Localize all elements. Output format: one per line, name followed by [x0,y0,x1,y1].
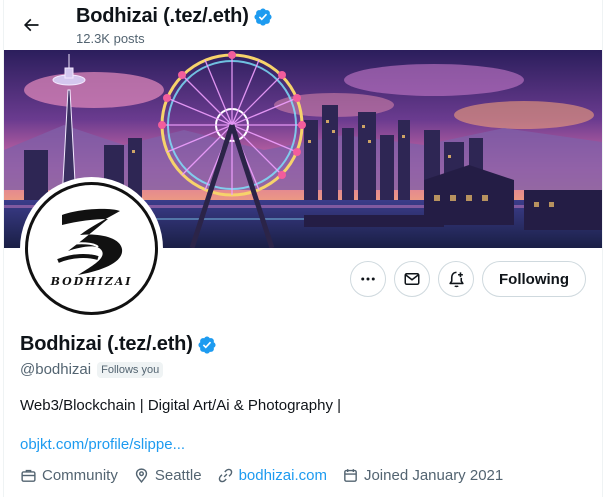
bell-plus-icon [448,271,464,287]
envelope-icon [404,273,420,285]
meta-location-text: Seattle [154,467,202,484]
notify-button[interactable] [438,261,474,297]
header-title: Bodhizai (.tez/.eth) [76,5,249,27]
more-button[interactable] [350,261,386,297]
verified-badge-icon [254,7,272,26]
verified-badge-icon[interactable] [197,335,217,355]
follows-you-badge: Follows you [97,361,164,378]
right-border [602,0,603,497]
header-title-row: Bodhizai (.tez/.eth) [76,5,273,28]
profile-handle: @bodhizai [20,361,92,378]
bio-link[interactable]: objkt.com/profile/slippe... [20,436,185,453]
following-button[interactable]: Following [482,261,586,297]
meta-category: Community [20,467,118,484]
meta-location: Seattle [133,467,202,484]
avatar-logo-text: BODHIZAI [50,275,133,288]
profile-bio: Web3/Blockchain | Digital Art/Ai & Photo… [20,397,342,414]
arrow-left-icon [23,18,39,32]
ellipsis-icon [361,277,375,281]
meta-joined-text: Joined January 2021 [363,467,504,484]
bodhizai-logo-icon [57,208,123,275]
profile-header: Bodhizai (.tez/.eth) 12.3K posts [0,0,606,50]
meta-joined: Joined January 2021 [342,467,503,484]
back-button[interactable] [14,8,48,42]
map-pin-icon [135,468,148,484]
profile-avatar[interactable]: BODHIZAI [20,177,163,320]
calendar-icon [344,469,357,482]
profile-name: Bodhizai (.tez/.eth) [20,333,193,355]
handle-row: @bodhizai Follows you [20,361,164,378]
profile-name-row: Bodhizai (.tez/.eth) [20,333,217,356]
posts-count: 12.3K posts [76,31,145,46]
meta-website: bodhizai.com [217,467,327,484]
message-button[interactable] [394,261,430,297]
avatar-logo: BODHIZAI [25,182,158,315]
meta-category-text: Community [42,467,118,484]
website-link[interactable]: bodhizai.com [239,467,327,484]
briefcase-icon [21,469,36,482]
link-icon [218,468,232,483]
profile-meta: Community Seattle bodhizai.com Joined Ja… [20,467,518,484]
